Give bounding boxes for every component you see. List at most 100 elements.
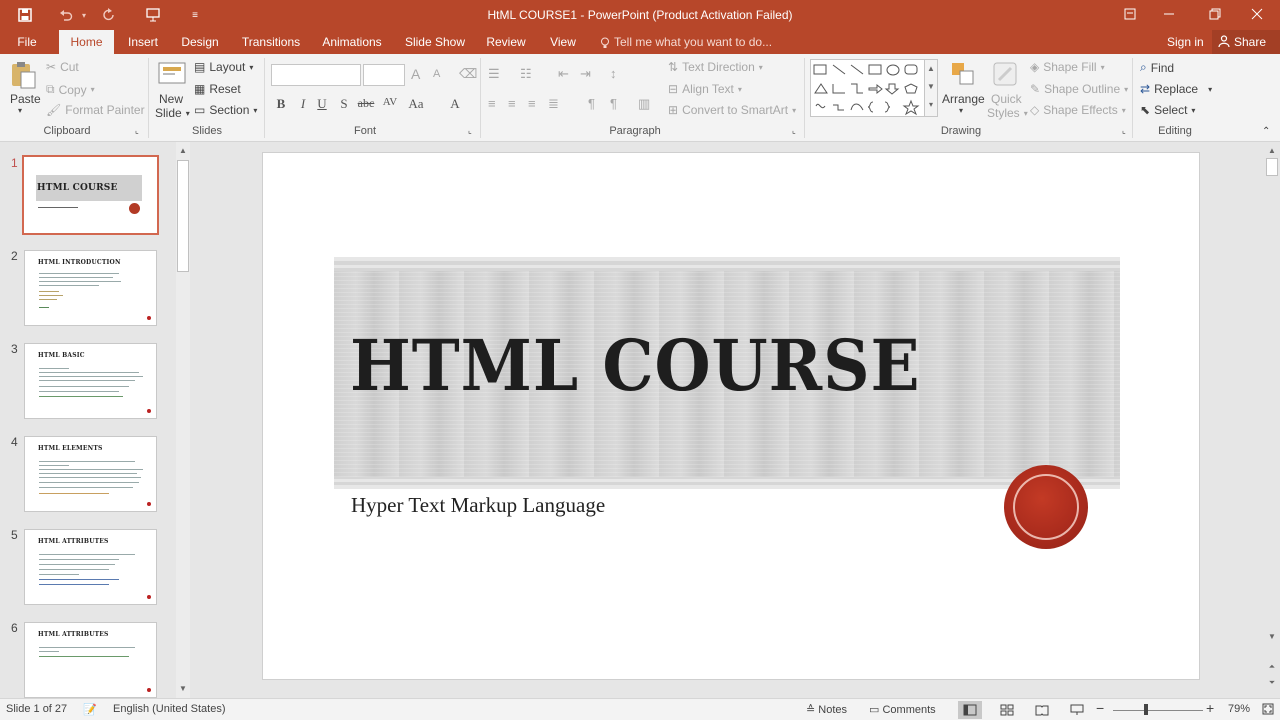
ribbon-display-icon[interactable] (1118, 4, 1142, 24)
thumbnail-scrollbar[interactable]: ▲ ▼ (176, 142, 190, 698)
select-button[interactable]: ⬉ Select ▾ (1140, 103, 1195, 117)
quick-styles-label[interactable]: Quick (991, 92, 1022, 106)
paragraph-launcher-icon[interactable]: ⌞ (792, 126, 796, 135)
slide-canvas[interactable]: HTML COURSE Hyper Text Markup Language (262, 152, 1200, 680)
rtl-icon[interactable]: ¶ (610, 96, 617, 111)
arrange-dropdown-icon[interactable]: ▾ (959, 106, 963, 115)
arrange-icon[interactable] (949, 60, 979, 90)
replace-button[interactable]: ⇄ Replace ▾ (1140, 82, 1212, 96)
italic-button[interactable]: I (295, 96, 311, 112)
shape-effects-button[interactable]: ◇ Shape Effects ▾ (1030, 103, 1126, 117)
minimize-icon[interactable] (1157, 4, 1181, 24)
tell-me-box[interactable]: Tell me what you want to do... (600, 30, 772, 54)
scroll-down-icon[interactable]: ▼ (1265, 630, 1279, 644)
paste-dropdown-icon[interactable]: ▾ (18, 106, 22, 115)
character-spacing-button[interactable]: AV (380, 96, 400, 108)
font-launcher-icon[interactable]: ⌞ (468, 126, 472, 135)
paste-button[interactable]: Paste (10, 92, 41, 106)
align-text-button[interactable]: ⊟ Align Text ▾ (668, 82, 742, 96)
shapes-gallery[interactable] (810, 59, 938, 117)
normal-view-icon[interactable] (958, 701, 982, 719)
reset-button[interactable]: ▦ Reset (194, 82, 241, 96)
spelling-icon[interactable]: 📝 (83, 703, 97, 716)
slide-thumbnail-1[interactable]: HTML COURSE (22, 155, 159, 235)
zoom-slider-track[interactable] (1113, 710, 1203, 711)
scroll-up-icon[interactable]: ▲ (176, 144, 190, 158)
zoom-level[interactable]: 79% (1228, 703, 1250, 715)
decrease-indent-icon[interactable]: ⇤ (558, 66, 569, 82)
arrange-button[interactable]: Arrange (942, 92, 985, 106)
zoom-in-icon[interactable]: + (1206, 700, 1214, 716)
align-right-icon[interactable]: ≡ (528, 96, 536, 111)
find-button[interactable]: ⌕ Find (1140, 60, 1174, 75)
tab-view[interactable]: View (545, 30, 581, 54)
slide-scrollbar[interactable]: ▲ ▼ ⏶ ⏷ (1265, 142, 1280, 698)
align-center-icon[interactable]: ≡ (508, 96, 516, 111)
collapse-ribbon-icon[interactable]: ⌃ (1262, 126, 1270, 137)
tab-review[interactable]: Review (483, 30, 529, 54)
notes-button[interactable]: ≙ Notes (806, 703, 847, 716)
format-painter-button[interactable]: 🖌 Format Painter (46, 103, 145, 117)
strikethrough-button[interactable]: abc (356, 96, 376, 111)
line-spacing-icon[interactable]: ↕ (610, 66, 617, 81)
font-size-combo[interactable] (363, 64, 405, 86)
copy-button[interactable]: ⧉ Copy ▾ (46, 82, 95, 97)
tab-transitions[interactable]: Transitions (238, 30, 304, 54)
tab-home[interactable]: Home (59, 30, 114, 55)
align-left-icon[interactable]: ≡ (488, 96, 496, 111)
grow-font-icon[interactable]: A (411, 66, 420, 82)
convert-smartart-button[interactable]: ⊞ Convert to SmartArt ▾ (668, 103, 796, 117)
slide-thumbnail-4[interactable]: HTML ELEMENTS (24, 436, 157, 512)
quick-styles-icon[interactable] (991, 60, 1021, 90)
justify-icon[interactable]: ≣ (548, 96, 559, 112)
scroll-down-icon[interactable]: ▼ (176, 682, 190, 696)
scrollbar-thumb[interactable] (1266, 158, 1278, 176)
tab-slide-show[interactable]: Slide Show (401, 30, 469, 54)
tab-design[interactable]: Design (176, 30, 224, 54)
slide-thumbnail-6[interactable]: HTML ATTRIBUTES (24, 622, 157, 698)
zoom-slider-handle[interactable] (1144, 704, 1148, 715)
slide-subtitle[interactable]: Hyper Text Markup Language (351, 493, 605, 518)
slide-title[interactable]: HTML COURSE (350, 324, 921, 407)
font-family-combo[interactable] (271, 64, 361, 86)
new-slide-icon[interactable] (157, 60, 187, 90)
quick-styles-button[interactable]: Styles ▾ (987, 106, 1028, 120)
columns-icon[interactable]: ▥ (638, 96, 650, 112)
increase-indent-icon[interactable]: ⇥ (580, 66, 591, 82)
tab-animations[interactable]: Animations (317, 30, 387, 54)
shape-fill-button[interactable]: ◈ Shape Fill ▾ (1030, 60, 1105, 74)
slide-thumbnail-3[interactable]: HTML BASIC (24, 343, 157, 419)
zoom-out-icon[interactable]: − (1096, 700, 1104, 716)
restore-icon[interactable] (1203, 4, 1227, 24)
shadow-button[interactable]: S (336, 96, 352, 112)
clipboard-launcher-icon[interactable]: ⌞ (135, 126, 139, 135)
reading-view-icon[interactable] (1030, 701, 1054, 719)
slideshow-view-icon[interactable] (1065, 701, 1089, 719)
drawing-launcher-icon[interactable]: ⌞ (1122, 126, 1126, 135)
font-color-button[interactable]: A (447, 96, 463, 112)
close-icon[interactable] (1245, 4, 1269, 24)
slide-thumbnail-2[interactable]: HTML INTRODUCTION (24, 250, 157, 326)
scrollbar-thumb[interactable] (177, 160, 189, 272)
bold-button[interactable]: B (273, 96, 289, 112)
sign-in-link[interactable]: Sign in (1167, 30, 1204, 54)
layout-button[interactable]: ▤ Layout ▾ (194, 60, 253, 74)
shape-outline-button[interactable]: ✎ Shape Outline ▾ (1030, 82, 1128, 96)
slide-sorter-icon[interactable] (995, 701, 1019, 719)
ltr-icon[interactable]: ¶ (588, 96, 595, 111)
text-direction-button[interactable]: ⇅ Text Direction ▾ (668, 60, 763, 74)
next-slide-icon[interactable]: ⏷ (1265, 676, 1279, 690)
language-indicator[interactable]: English (United States) (113, 703, 226, 715)
paste-icon[interactable] (9, 60, 39, 90)
previous-slide-icon[interactable]: ⏶ (1265, 660, 1279, 674)
underline-button[interactable]: U (314, 96, 330, 112)
numbering-icon[interactable]: ☷ (520, 66, 532, 82)
cut-button[interactable]: ✂ Cut (46, 60, 79, 74)
comments-button[interactable]: ▭ Comments (869, 703, 936, 716)
shrink-font-icon[interactable]: A (433, 68, 440, 80)
bullets-icon[interactable]: ☰ (488, 66, 500, 82)
tab-insert[interactable]: Insert (122, 30, 164, 54)
clear-formatting-icon[interactable]: ⌫ (459, 66, 477, 82)
new-slide-label[interactable]: New (159, 92, 183, 106)
share-button[interactable]: Share (1212, 30, 1280, 54)
